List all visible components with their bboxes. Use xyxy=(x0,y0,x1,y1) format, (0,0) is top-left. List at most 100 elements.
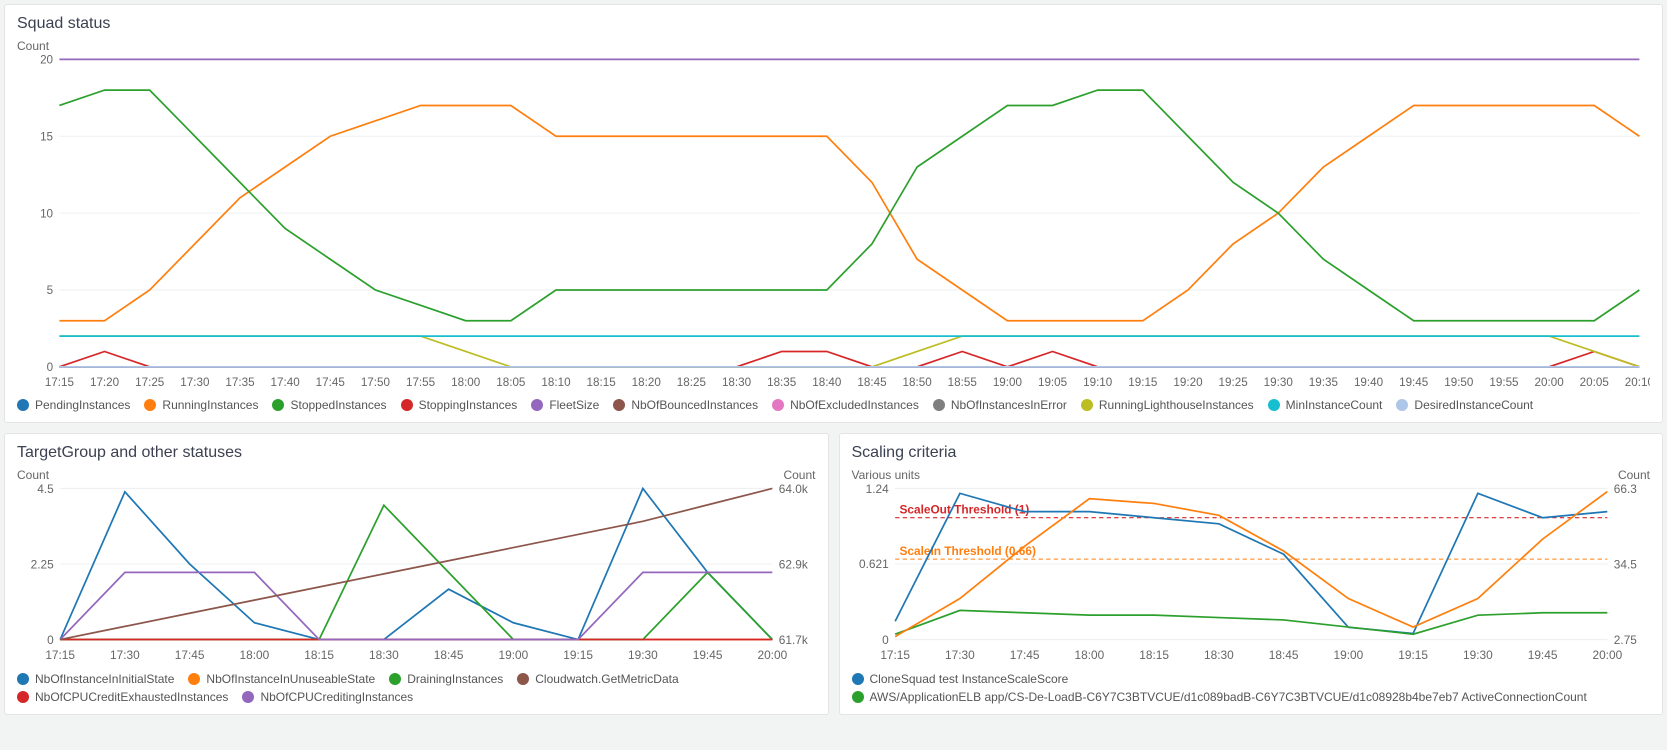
svg-text:20:00: 20:00 xyxy=(757,648,787,662)
legend-item[interactable]: MinInstanceCount xyxy=(1268,398,1383,412)
legend-item[interactable]: NbOfInstanceInInitialState xyxy=(17,672,174,686)
svg-text:18:00: 18:00 xyxy=(1074,648,1104,662)
svg-text:17:45: 17:45 xyxy=(316,376,345,389)
legend-swatch-icon xyxy=(772,399,784,411)
svg-text:18:05: 18:05 xyxy=(496,376,525,389)
svg-text:66.3: 66.3 xyxy=(1613,482,1636,496)
legend-item[interactable]: NbOfCPUCreditingInstances xyxy=(242,690,413,704)
svg-text:17:30: 17:30 xyxy=(180,376,210,389)
legend-item[interactable]: AWS/ApplicationELB app/CS-De-LoadB-C6Y7C… xyxy=(852,690,1587,704)
chart-scaling[interactable]: 00.6211.242.7534.566.3ScaleOut Threshold… xyxy=(852,482,1651,665)
y-axis-right-label: Count xyxy=(1618,468,1650,482)
legend-label: FleetSize xyxy=(549,398,599,412)
svg-text:19:15: 19:15 xyxy=(1128,376,1157,389)
legend-swatch-icon xyxy=(401,399,413,411)
svg-text:18:00: 18:00 xyxy=(240,648,270,662)
legend: CloneSquad test InstanceScaleScore AWS/Ap… xyxy=(852,672,1651,704)
legend-label: RunningInstances xyxy=(162,398,258,412)
svg-text:18:35: 18:35 xyxy=(767,376,796,389)
legend-item[interactable]: Cloudwatch.GetMetricData xyxy=(517,672,678,686)
svg-text:18:50: 18:50 xyxy=(903,376,933,389)
legend-label: NbOfInstanceInInitialState xyxy=(35,672,174,686)
legend-item[interactable]: PendingInstances xyxy=(17,398,130,412)
legend-item[interactable]: NbOfCPUCreditExhaustedInstances xyxy=(17,690,228,704)
svg-text:19:35: 19:35 xyxy=(1309,376,1338,389)
legend-swatch-icon xyxy=(613,399,625,411)
svg-text:4.5: 4.5 xyxy=(37,482,54,496)
y-axis-left-label: Various units xyxy=(852,468,920,482)
legend-item[interactable]: NbOfExcludedInstances xyxy=(772,398,919,412)
svg-text:19:45: 19:45 xyxy=(1399,376,1428,389)
panel-squad-status: Squad status Count 0510152017:1517:2017:… xyxy=(4,4,1663,423)
legend-swatch-icon xyxy=(188,673,200,685)
legend-swatch-icon xyxy=(17,673,29,685)
svg-text:19:00: 19:00 xyxy=(499,648,529,662)
legend-item[interactable]: DesiredInstanceCount xyxy=(1396,398,1533,412)
legend-label: NbOfBouncedInstances xyxy=(631,398,758,412)
svg-text:17:50: 17:50 xyxy=(361,376,391,389)
legend-item[interactable]: CloneSquad test InstanceScaleScore xyxy=(852,672,1069,686)
svg-text:20:05: 20:05 xyxy=(1580,376,1609,389)
svg-text:19:50: 19:50 xyxy=(1444,376,1474,389)
legend-swatch-icon xyxy=(17,691,29,703)
svg-text:ScaleIn Threshold (0.66): ScaleIn Threshold (0.66) xyxy=(899,544,1035,558)
svg-text:19:30: 19:30 xyxy=(628,648,658,662)
panel-title: Squad status xyxy=(17,15,1650,33)
legend-item[interactable]: StoppedInstances xyxy=(272,398,386,412)
svg-text:18:55: 18:55 xyxy=(948,376,977,389)
y-axis-label: Count xyxy=(17,39,1650,53)
svg-text:17:55: 17:55 xyxy=(406,376,435,389)
legend-item[interactable]: StoppingInstances xyxy=(401,398,518,412)
legend-item[interactable]: DrainingInstances xyxy=(389,672,503,686)
legend-label: NbOfCPUCreditExhaustedInstances xyxy=(35,690,228,704)
svg-text:19:45: 19:45 xyxy=(693,648,723,662)
panel-scaling: Scaling criteria Various units Count 00.… xyxy=(839,433,1664,714)
legend-label: DesiredInstanceCount xyxy=(1414,398,1533,412)
svg-text:15: 15 xyxy=(40,130,53,143)
svg-text:19:45: 19:45 xyxy=(1527,648,1557,662)
svg-text:17:45: 17:45 xyxy=(1009,648,1039,662)
legend-item[interactable]: NbOfInstancesInError xyxy=(933,398,1067,412)
legend-item[interactable]: NbOfInstanceInUnuseableState xyxy=(188,672,375,686)
chart-targetgroup[interactable]: 02.254.561.7k62.9k64.0k17:1517:3017:4518… xyxy=(17,482,816,665)
svg-text:ScaleOut Threshold (1): ScaleOut Threshold (1) xyxy=(899,503,1029,517)
y-axis-right-label: Count xyxy=(783,468,815,482)
legend-label: DrainingInstances xyxy=(407,672,503,686)
svg-text:20:00: 20:00 xyxy=(1592,648,1622,662)
svg-text:17:15: 17:15 xyxy=(45,648,75,662)
legend-label: Cloudwatch.GetMetricData xyxy=(535,672,678,686)
legend-swatch-icon xyxy=(531,399,543,411)
svg-text:20: 20 xyxy=(40,54,53,67)
svg-text:18:45: 18:45 xyxy=(857,376,886,389)
legend-swatch-icon xyxy=(517,673,529,685)
svg-text:18:00: 18:00 xyxy=(451,376,481,389)
legend-label: StoppedInstances xyxy=(290,398,386,412)
legend-item[interactable]: FleetSize xyxy=(531,398,599,412)
svg-text:19:55: 19:55 xyxy=(1489,376,1518,389)
svg-text:0: 0 xyxy=(882,633,889,647)
svg-text:19:40: 19:40 xyxy=(1354,376,1384,389)
legend-swatch-icon xyxy=(389,673,401,685)
svg-text:18:15: 18:15 xyxy=(304,648,334,662)
svg-text:61.7k: 61.7k xyxy=(779,633,808,647)
chart-squad-status[interactable]: 0510152017:1517:2017:2517:3017:3517:4017… xyxy=(17,53,1650,392)
panel-title: Scaling criteria xyxy=(852,444,1651,462)
svg-text:0: 0 xyxy=(47,633,54,647)
legend-item[interactable]: RunningLighthouseInstances xyxy=(1081,398,1254,412)
legend-item[interactable]: RunningInstances xyxy=(144,398,258,412)
legend-label: NbOfInstanceInUnuseableState xyxy=(206,672,375,686)
svg-text:19:15: 19:15 xyxy=(1398,648,1428,662)
legend-label: NbOfCPUCreditingInstances xyxy=(260,690,413,704)
legend-swatch-icon xyxy=(272,399,284,411)
svg-text:62.9k: 62.9k xyxy=(779,558,808,572)
svg-text:17:45: 17:45 xyxy=(175,648,205,662)
legend-swatch-icon xyxy=(17,399,29,411)
legend-label: StoppingInstances xyxy=(419,398,518,412)
legend-item[interactable]: NbOfBouncedInstances xyxy=(613,398,758,412)
legend-label: NbOfInstancesInError xyxy=(951,398,1067,412)
svg-text:18:30: 18:30 xyxy=(369,648,399,662)
legend-label: RunningLighthouseInstances xyxy=(1099,398,1254,412)
svg-text:19:30: 19:30 xyxy=(1264,376,1294,389)
svg-text:17:30: 17:30 xyxy=(945,648,975,662)
svg-text:5: 5 xyxy=(47,284,53,297)
